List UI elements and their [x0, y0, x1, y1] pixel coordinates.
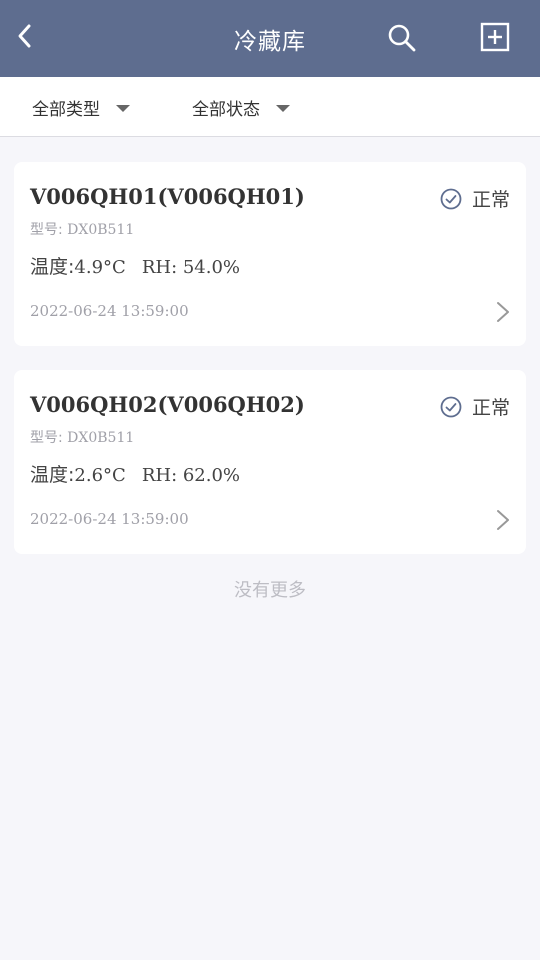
status-text: 正常: [471, 397, 510, 419]
device-model: 型号: DX0B511: [30, 427, 134, 447]
model-label: 型号:: [30, 430, 68, 446]
device-name: V006QH02(V006QH02): [30, 392, 305, 417]
status-filter-label: 全部状态: [192, 99, 260, 120]
caret-down-icon: [276, 105, 290, 112]
device-card[interactable]: V006QH02(V006QH02) 正常 型号: DX0B511 温度: 2.…: [14, 370, 526, 554]
caret-down-icon: [116, 105, 130, 112]
model-value: DX0B511: [67, 430, 135, 446]
temperature-label: 温度:: [30, 464, 75, 486]
chevron-right-icon: [494, 508, 512, 532]
model-value: DX0B511: [67, 222, 135, 238]
type-filter-dropdown[interactable]: 全部类型: [32, 93, 130, 121]
temperature-label: 温度:: [30, 256, 75, 278]
humidity-value: RH: 62.0%: [141, 465, 241, 486]
device-card[interactable]: V006QH01(V006QH01) 正常 型号: DX0B511 温度: 4.…: [14, 162, 526, 346]
check-circle-icon: [440, 188, 462, 210]
temperature-value: 4.9°C: [74, 257, 126, 278]
temperature-value: 2.6°C: [74, 465, 126, 486]
status-badge: 正常: [440, 185, 510, 212]
status-badge: 正常: [440, 393, 510, 420]
add-button[interactable]: [477, 19, 513, 55]
device-model: 型号: DX0B511: [30, 219, 134, 239]
reading-timestamp: 2022-06-24 13:59:00: [30, 510, 189, 528]
search-button[interactable]: [384, 20, 420, 56]
add-square-icon: [480, 22, 510, 52]
search-icon: [388, 24, 416, 52]
page-title: 冷藏库: [234, 29, 306, 55]
device-readings: 温度: 2.6°C RH: 62.0%: [30, 460, 240, 487]
status-text: 正常: [471, 189, 510, 211]
type-filter-label: 全部类型: [32, 99, 100, 120]
filter-bar: 全部类型 全部状态: [0, 77, 540, 137]
chevron-right-icon: [494, 300, 512, 324]
device-readings: 温度: 4.9°C RH: 54.0%: [30, 252, 240, 279]
no-more-text: 没有更多: [234, 580, 306, 601]
reading-timestamp: 2022-06-24 13:59:00: [30, 302, 189, 320]
check-circle-icon: [440, 396, 462, 418]
status-filter-dropdown[interactable]: 全部状态: [192, 93, 290, 121]
app-header: 冷藏库: [0, 0, 540, 77]
device-name: V006QH01(V006QH01): [30, 184, 305, 209]
model-label: 型号:: [30, 222, 68, 238]
humidity-value: RH: 54.0%: [141, 257, 241, 278]
